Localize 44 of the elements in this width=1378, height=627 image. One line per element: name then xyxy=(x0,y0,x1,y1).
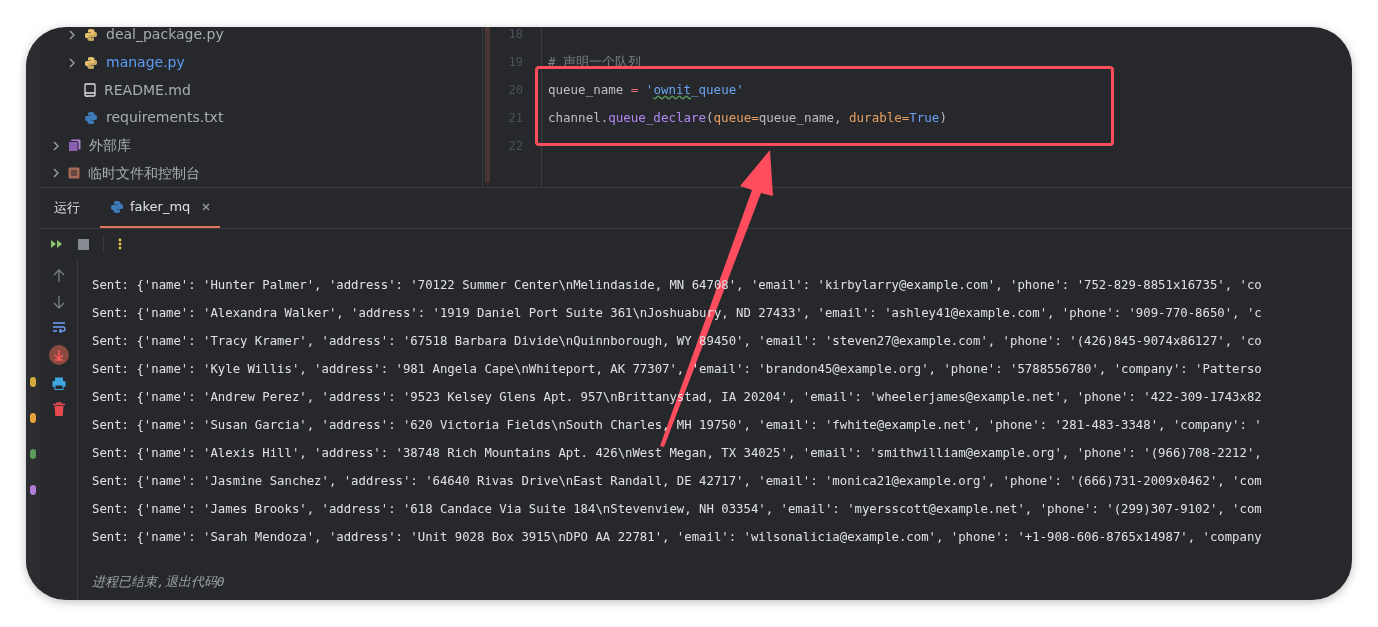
tool-icon[interactable] xyxy=(30,413,36,423)
file-name[interactable]: README.md xyxy=(104,79,191,101)
console-line: Sent: {'name': 'Jasmine Sanchez', 'address': '64640 Rivas Drive\nEast Randall, DE 42717', 'email': 'monica21@example.org', 'phone': '(666)731-2009x0462', 'com xyxy=(92,472,1262,490)
scrollbar[interactable] xyxy=(485,27,490,183)
console-line: Sent: {'name': 'Kyle Willis', 'address': '981 Angela Cape\nWhiteport, AK 77307', 'email': 'brandon45@example.org', 'phone': '5788556780', 'company': 'Patterso xyxy=(92,360,1262,378)
python-icon xyxy=(84,27,98,42)
file-name[interactable]: manage.py xyxy=(106,52,185,73)
panel-title: 运行 xyxy=(54,199,80,218)
code-line: queue_name = 'ownit_queue' xyxy=(548,80,744,99)
trash-icon[interactable] xyxy=(52,402,65,416)
arrow-down-icon[interactable] xyxy=(52,295,65,309)
tool-icon[interactable] xyxy=(30,449,36,459)
console-line: Sent: {'name': 'Sarah Mendoza', 'address': 'Unit 9028 Box 3915\nDPO AA 22781', 'email': 'wilsonalicia@example.com', 'phone': '+1-908-606-8765x14987', 'company xyxy=(92,528,1262,546)
print-icon[interactable] xyxy=(51,377,66,390)
tool-icon[interactable] xyxy=(30,485,36,495)
python-icon xyxy=(84,110,98,125)
chevron-right-icon[interactable] xyxy=(68,57,76,68)
book-icon xyxy=(84,83,96,98)
exit-message: 进程已结束,退出代码0 xyxy=(92,572,225,591)
tool-icon[interactable] xyxy=(30,377,36,387)
more-icon[interactable] xyxy=(118,238,122,250)
tab-label: faker_mq xyxy=(130,198,191,217)
python-icon xyxy=(110,200,124,214)
tree-item-label[interactable]: 临时文件和控制台 xyxy=(88,162,200,184)
arrow-up-icon[interactable] xyxy=(52,269,65,283)
tree-item-label[interactable]: 外部库 xyxy=(89,135,131,156)
chevron-right-icon[interactable] xyxy=(52,168,60,179)
file-name[interactable]: deal_package.py xyxy=(106,27,224,46)
file-name[interactable]: requirements.txt xyxy=(106,107,224,129)
stop-icon[interactable] xyxy=(78,238,89,250)
rerun-icon[interactable] xyxy=(50,239,64,249)
library-icon xyxy=(68,139,81,152)
close-icon[interactable] xyxy=(202,203,211,211)
code-line: channel.queue_declare(queue=queue_name, durable=True) xyxy=(548,108,947,127)
list-icon xyxy=(68,167,80,180)
scroll-to-end-icon[interactable] xyxy=(48,345,69,365)
chevron-right-icon[interactable] xyxy=(52,140,60,151)
console-line: Sent: {'name': 'James Brooks', 'address': '618 Candace Via Suite 184\nStevenview, NH 03354', 'email': 'myersscott@example.net', 'phone': '(299)307-9102', 'com xyxy=(92,500,1262,518)
wrap-icon[interactable] xyxy=(51,321,66,333)
python-icon xyxy=(84,55,98,70)
run-tab[interactable]: faker_mq xyxy=(100,188,221,228)
console-line: Sent: {'name': 'Susan Garcia', 'address': '620 Victoria Fields\nSouth Charles, MH 19750', 'email': 'fwhite@example.net', 'phone': '281-483-3348', 'company': ' xyxy=(92,416,1262,434)
console-line: Sent: {'name': 'Alexis Hill', 'address': '38748 Rich Mountains Apt. 426\nWest Megan, TX 34025', 'email': 'smithwilliam@example.org', 'phone': '(966)708-2212', xyxy=(92,444,1262,462)
chevron-right-icon[interactable] xyxy=(68,29,76,40)
